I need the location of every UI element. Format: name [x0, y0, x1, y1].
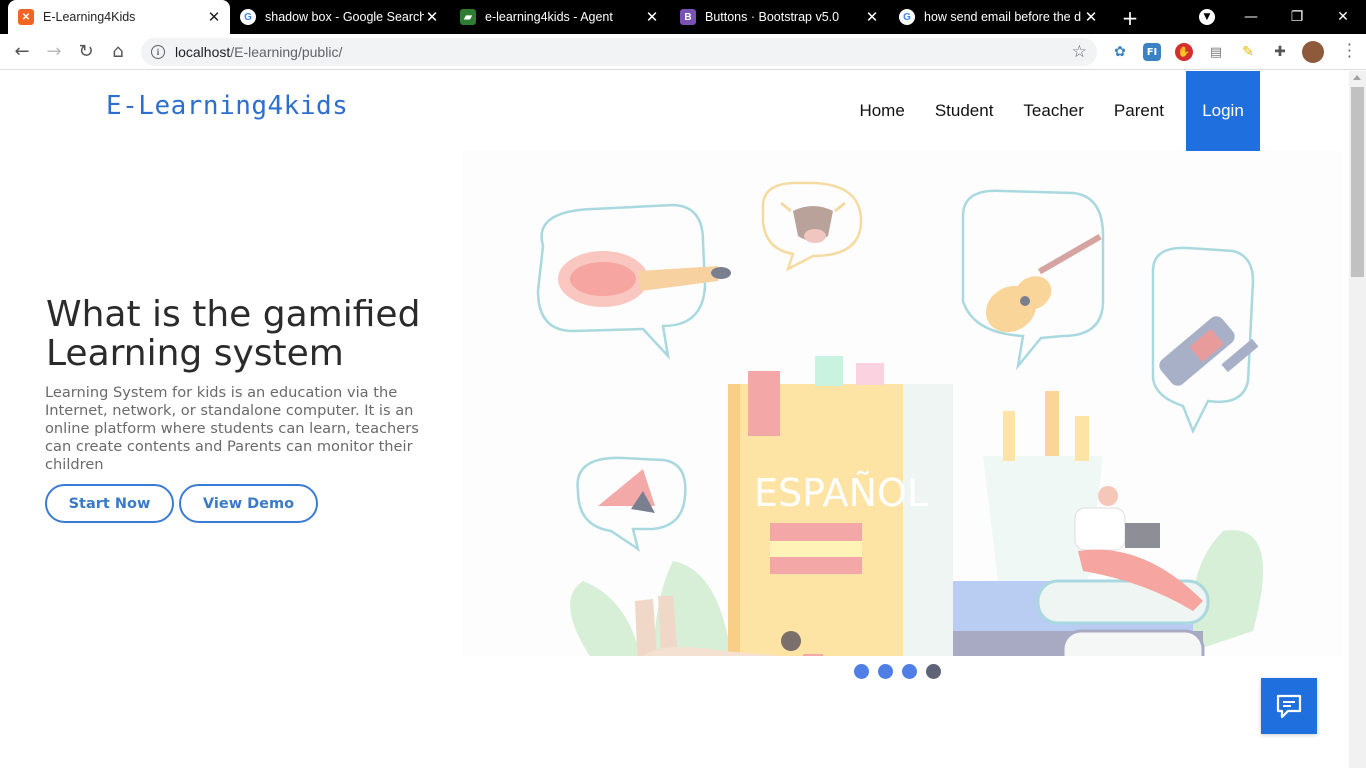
forward-icon[interactable]: → [38, 41, 70, 62]
site-info-icon[interactable]: i [151, 45, 165, 59]
site-brand[interactable]: E-Learning4kids [106, 91, 348, 121]
google-icon: G [899, 9, 915, 25]
nav-student[interactable]: Student [935, 101, 994, 121]
extension-window-icon[interactable]: ▤ [1207, 43, 1225, 61]
profile-avatar[interactable] [1302, 41, 1324, 63]
bookmark-star-icon[interactable]: ☆ [1072, 42, 1087, 62]
tab-title: E-Learning4Kids [43, 10, 136, 24]
address-bar[interactable]: i localhost/E-learning/public/ ☆ [141, 38, 1097, 66]
carousel-dot-3[interactable] [902, 664, 917, 679]
url-host: localhost [175, 44, 231, 60]
agent-icon: ▰ [460, 9, 476, 25]
new-tab-button[interactable]: + [1119, 6, 1141, 30]
close-window-button[interactable]: ✕ [1320, 9, 1366, 25]
close-tab-icon[interactable]: ✕ [644, 8, 660, 26]
xampp-icon: ✕ [18, 9, 34, 25]
tab-title: e-learning4kids - Agent [485, 10, 613, 24]
close-tab-icon[interactable]: ✕ [1083, 8, 1099, 26]
google-icon: G [240, 9, 256, 25]
carousel-dot-4[interactable] [926, 664, 941, 679]
carousel-dot-1[interactable] [854, 664, 869, 679]
page-scrollbar[interactable] [1349, 71, 1366, 768]
login-button[interactable]: Login [1186, 71, 1260, 151]
close-tab-icon[interactable]: ✕ [864, 8, 880, 26]
hero-illustration: ESPAÑOL [463, 151, 1343, 656]
close-tab-icon[interactable]: ✕ [424, 8, 440, 26]
view-demo-button[interactable]: View Demo [179, 484, 318, 523]
tab-bootstrap[interactable]: B Buttons · Bootstrap v5.0 ✕ [670, 0, 888, 34]
extension-stop-icon[interactable]: ✋ [1175, 43, 1193, 61]
window-controls: — ❐ ✕ [1228, 0, 1366, 34]
bootstrap-icon: B [680, 9, 696, 25]
main-nav: Home Student Teacher Parent Login [829, 71, 1260, 151]
spanish-book: ESPAÑOL [728, 356, 953, 656]
tab-title: shadow box - Google Search [265, 10, 424, 24]
tab-send-email[interactable]: G how send email before the d ✕ [889, 0, 1107, 34]
chat-icon [1276, 694, 1302, 719]
url-path: /E-learning/public/ [230, 44, 343, 60]
extensions-puzzle-icon[interactable]: ✚ [1271, 43, 1289, 61]
reload-icon[interactable]: ↻ [70, 41, 102, 62]
back-icon[interactable]: ← [6, 41, 38, 62]
nav-parent[interactable]: Parent [1114, 101, 1164, 121]
tab-e-learning4kids[interactable]: ✕ E-Learning4Kids ✕ [8, 0, 230, 34]
hero-title: What is the gamified Learning system [46, 294, 421, 374]
extension-colorful-icon[interactable]: ✿ [1111, 43, 1129, 61]
minimize-button[interactable]: — [1228, 9, 1274, 25]
browser-toolbar: ← → ↻ ⌂ i localhost/E-learning/public/ ☆ [0, 34, 1366, 70]
nav-teacher[interactable]: Teacher [1023, 101, 1083, 121]
carousel-indicators [854, 664, 950, 679]
url-text: localhost/E-learning/public/ [175, 44, 342, 60]
tab-title: how send email before the d [924, 10, 1082, 24]
tab-search-icon[interactable]: ▼ [1199, 9, 1215, 25]
restore-button[interactable]: ❐ [1274, 9, 1320, 25]
tab-shadow-box[interactable]: G shadow box - Google Search ✕ [230, 0, 448, 34]
tab-strip: ✕ E-Learning4Kids ✕ G shadow box - Googl… [0, 0, 1366, 34]
start-now-button[interactable]: Start Now [45, 484, 174, 523]
scroll-up-arrow[interactable] [1353, 75, 1361, 80]
home-icon[interactable]: ⌂ [102, 41, 134, 62]
book-title: ESPAÑOL [754, 471, 928, 515]
nav-home[interactable]: Home [859, 101, 904, 121]
chat-button[interactable] [1261, 678, 1317, 734]
extension-broom-icon[interactable]: ✎ [1239, 43, 1257, 61]
extension-fi-icon[interactable]: FI [1143, 43, 1161, 61]
close-tab-icon[interactable]: ✕ [206, 8, 222, 26]
tab-agent[interactable]: ▰ e-learning4kids - Agent ✕ [450, 0, 668, 34]
browser-menu-icon[interactable]: · · · [1347, 37, 1352, 65]
carousel-dot-2[interactable] [878, 664, 893, 679]
scroll-thumb[interactable] [1351, 87, 1364, 277]
page-content: E-Learning4kids Home Student Teacher Par… [0, 71, 1349, 768]
tab-title: Buttons · Bootstrap v5.0 [705, 10, 840, 24]
hero-description: Learning System for kids is an education… [45, 384, 419, 473]
